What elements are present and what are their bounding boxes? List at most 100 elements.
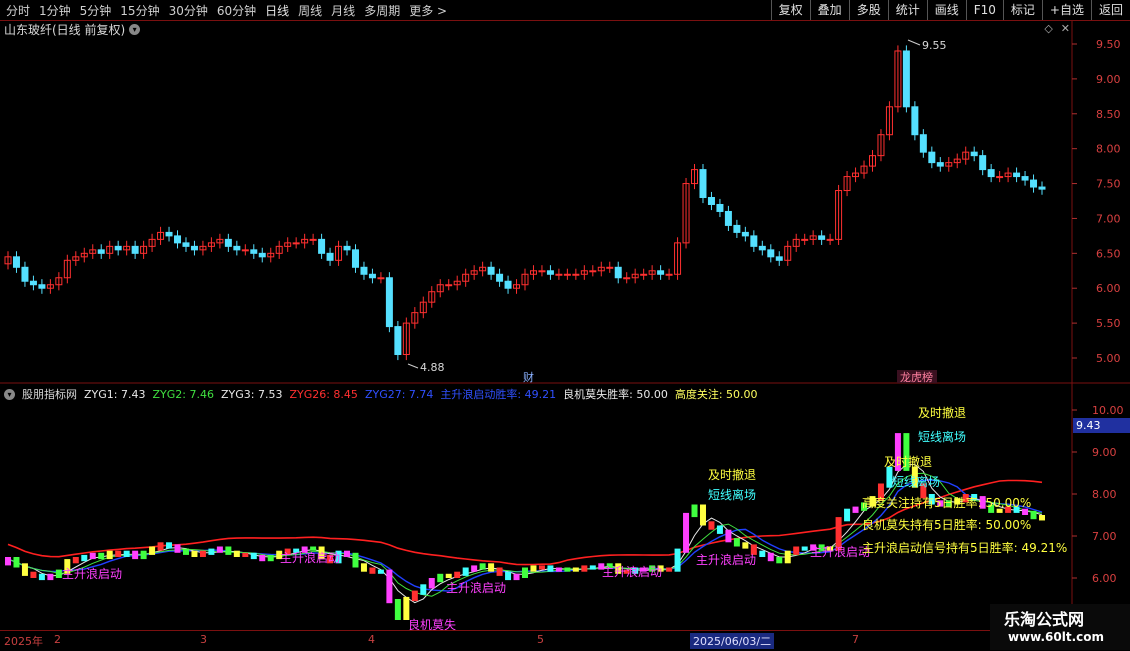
indicator-candle [776,557,783,564]
indicator-candle [225,546,232,555]
candle-body [970,151,978,157]
indicator-candle [233,550,240,557]
indicator-candle [132,550,139,560]
price-axis: 9.50 9.00 8.50 8.00 7.50 7.00 6.50 6.00 5.50 5.00 [1072,38,1121,365]
indicator-candle [267,554,274,562]
candle-body [38,284,46,289]
candle-body [250,249,258,254]
candle-body [724,210,732,226]
candle-body [131,245,139,254]
candle-body [750,235,758,247]
candle-body [826,238,834,241]
candle-body [911,106,919,136]
candle-body [665,273,673,276]
candle-body [707,197,715,205]
candle-body [606,266,614,269]
candle-body [190,245,198,251]
event-marker-dragon-tiger[interactable]: 龙虎榜 [900,370,933,384]
price-tick-label: 9.50 [1096,38,1121,51]
event-marker-finance[interactable]: 财 [523,370,534,384]
indicator-candle [538,565,545,570]
zyg27-value: ZYG27: 7.74 [364,387,434,401]
candle-body [996,176,1004,179]
indicator-candle [505,571,512,581]
indicator-candle [733,538,740,547]
win-liangji-value: 良机莫失胜率: 50.00 [563,388,668,401]
date-axis: 2025年 2 3 4 5 2025/06/03/二 7 [0,630,1130,651]
win-gaodu-value: 高度关注: 50.00 [674,388,758,401]
candle-body [775,256,783,261]
price-tick-label: 7.50 [1096,178,1121,191]
date-year: 2025年 [4,635,43,648]
indicator-candle [21,563,28,576]
indicator-header: ▾ 股朋指标网 ZYG1: 7.43 ZYG2: 7.46 ZYG3: 7.53… [4,386,758,402]
candle-body [368,273,376,279]
indicator-name[interactable]: 股朋指标网 [22,386,77,402]
chevron-down-icon[interactable]: ▾ [4,388,15,400]
zyg1-value: ZYG1: 7.43 [84,387,146,401]
price-tick-label: 6.50 [1096,247,1121,260]
indicator-candle [522,567,528,578]
candle-body [741,231,749,237]
annotation-zhusheng-6: 主升浪启动 [810,544,870,559]
candle-body [496,273,504,282]
candle-body [801,238,809,241]
indicator-candle [157,542,164,551]
candlesticks [4,45,1046,361]
indicator-candle [377,569,384,574]
candle-body [97,249,105,254]
low-marker: 4.88 [407,361,445,374]
date-selected[interactable]: 2025/06/03/二 [690,633,775,649]
indicator-candle [555,567,562,572]
price-tick-label: 9.00 [1096,73,1121,86]
indicator-candle [98,552,105,560]
high-marker: 9.55 [907,39,947,52]
indicator-candle [89,552,96,560]
indicator-candle [784,550,791,564]
indicator-candle [216,546,223,553]
candle-body [504,280,512,289]
date-m3: 3 [200,633,207,646]
annotation-short-exit-1: 短线离场 [708,487,756,502]
candle-body [572,273,580,276]
candle-body [555,273,563,276]
candle-body [309,238,317,241]
annotation-zhusheng-2: 主升浪启动 [280,550,340,565]
candle-body [258,252,266,258]
win-main-value: 主升浪启动胜率: 49.21 [440,388,557,401]
indicator-candle [13,557,20,568]
candle-body [623,277,631,280]
chart-canvas[interactable]: 9.50 9.00 8.50 8.00 7.50 7.00 6.50 6.00 5.50 5.00… [0,0,1130,650]
indicator-candle [420,584,427,595]
indicator-candle [564,567,571,572]
date-m7: 7 [852,633,859,646]
annotation-timely-exit-3: 及时撤退 [884,454,932,469]
indicator-candle [369,567,376,574]
annotation-timely-exit-1: 及时撤退 [708,467,756,482]
candle-body [326,252,334,261]
annotation-timely-exit-2: 及时撤退 [918,405,966,420]
indicator-candle [479,563,486,570]
indicator-candle [115,550,122,557]
zyg2-value: ZYG2: 7.46 [152,387,214,401]
annotation-short-exit-2: 短线离场 [918,429,966,444]
candle-body [445,284,453,287]
indicator-candle [589,565,596,570]
indicator-candle [242,552,249,557]
indicator-candle [742,542,749,549]
candle-body [292,242,300,245]
stat-zhusheng: 主升浪启动信号持有5日胜率: 49.21% [862,540,1067,555]
indicator-candle [428,578,435,589]
candle-body [987,169,995,178]
indicator-candle [530,565,537,572]
indicator-candle [259,554,266,562]
indicator-candle [471,565,478,572]
candle-body [733,224,741,233]
candle-body [1030,179,1038,188]
candle-body [114,245,122,251]
watermark-title: 乐淘公式网 [1004,610,1085,629]
candle-body [351,249,359,268]
indicator-candle [708,521,715,530]
watermark: 乐淘公式网 www.60lt.com [990,604,1130,650]
candle-body [343,245,351,251]
